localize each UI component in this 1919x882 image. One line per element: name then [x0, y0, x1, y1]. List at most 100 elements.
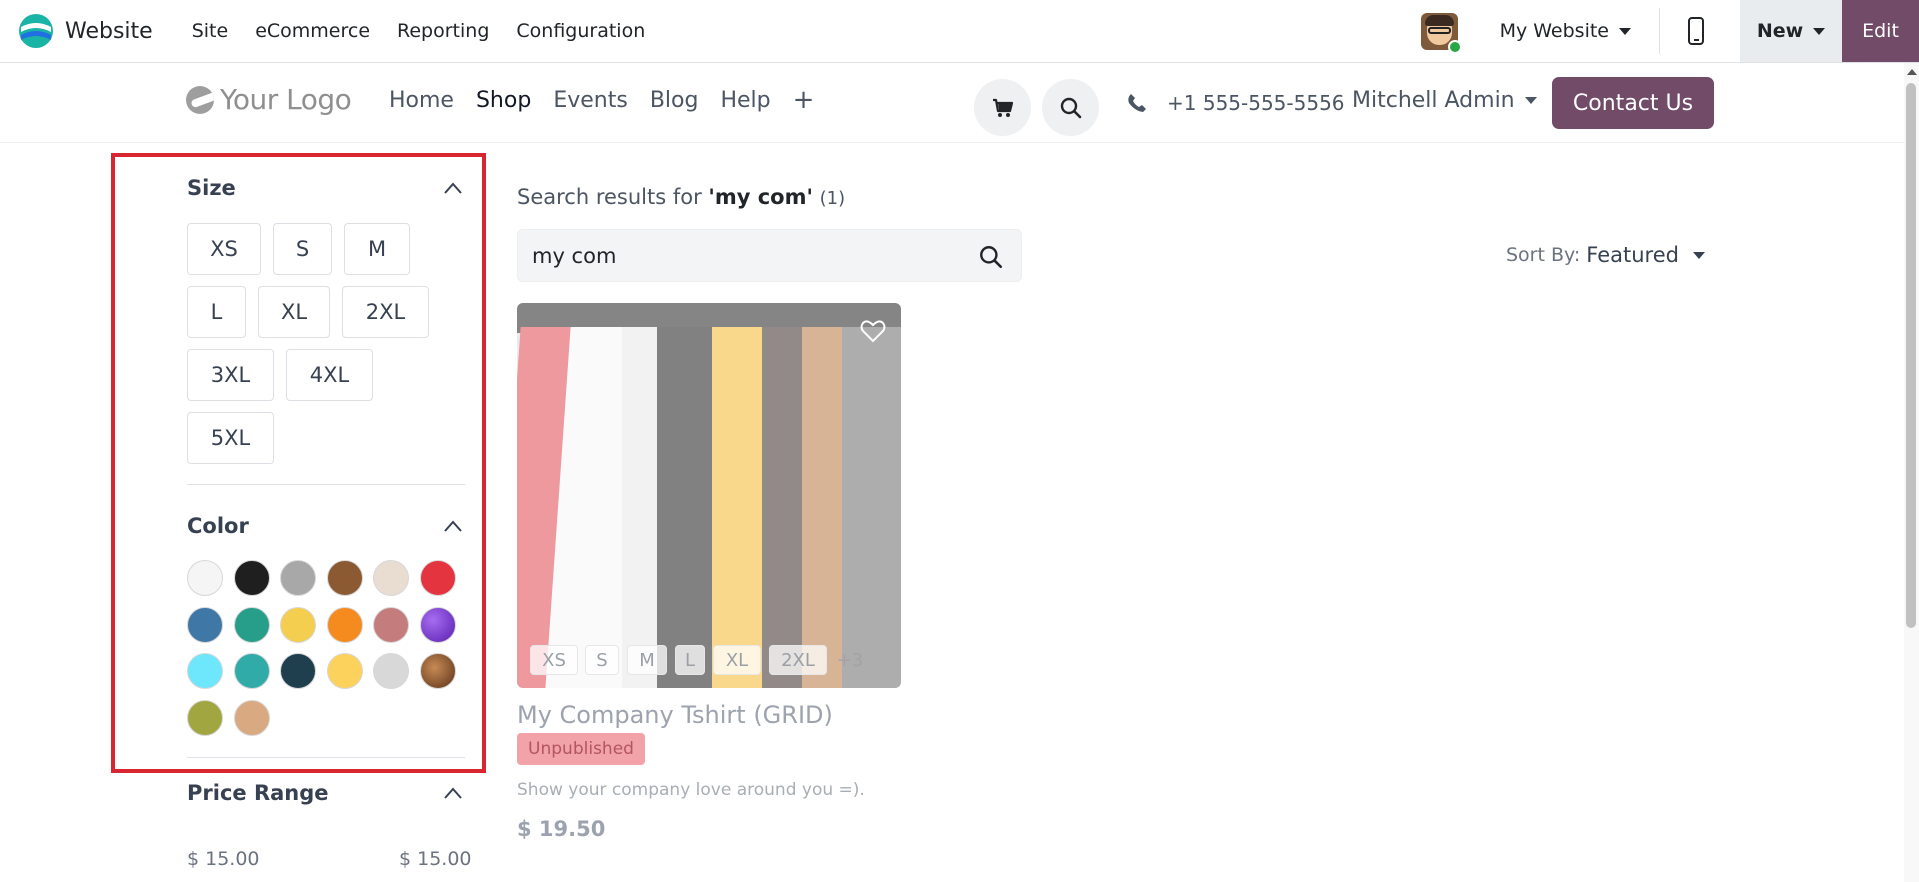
nav-help[interactable]: Help: [720, 88, 770, 113]
size-option-l[interactable]: L: [187, 286, 246, 338]
filter-divider: [187, 484, 465, 485]
caret-down-icon: [1692, 251, 1705, 259]
contact-us-button[interactable]: Contact Us: [1552, 77, 1714, 129]
color-swatch[interactable]: [187, 560, 223, 596]
edit-button-label: Edit: [1862, 20, 1899, 42]
nav-events[interactable]: Events: [553, 88, 628, 113]
color-swatch[interactable]: [233, 653, 270, 689]
phone-icon: [1128, 94, 1146, 112]
color-swatch[interactable]: [187, 699, 223, 736]
product-description: Show your company love around you =).: [517, 780, 865, 800]
sort-by-label: Sort By:: [1506, 244, 1581, 266]
color-swatch[interactable]: [373, 653, 409, 689]
avatar-glasses: [1427, 26, 1451, 34]
cart-button[interactable]: [974, 79, 1031, 136]
scroll-up-icon[interactable]: [1907, 69, 1917, 75]
chevron-up-icon[interactable]: [443, 786, 463, 800]
site-logo[interactable]: Your Logo: [186, 83, 352, 116]
app-name: Website: [65, 18, 153, 44]
menu-configuration[interactable]: Configuration: [516, 20, 645, 42]
size-option-5xl[interactable]: 5XL: [187, 412, 274, 464]
online-status-icon: [1447, 39, 1462, 54]
size-chip-2xl: 2XL: [769, 645, 827, 675]
results-prefix: Search results for: [517, 185, 709, 209]
color-swatch[interactable]: [280, 560, 316, 596]
cart-icon: [992, 98, 1013, 117]
search-icon[interactable]: [978, 244, 1004, 270]
size-option-4xl[interactable]: 4XL: [286, 349, 373, 401]
size-option-m[interactable]: M: [344, 223, 410, 275]
caret-down-icon: [1813, 27, 1826, 35]
size-option-3xl[interactable]: 3XL: [187, 349, 274, 401]
filter-divider: [187, 757, 465, 758]
size-option-s[interactable]: S: [273, 223, 332, 275]
avatar-hair: [1424, 14, 1454, 26]
color-swatch[interactable]: [280, 653, 316, 689]
contact-us-label: Contact Us: [1572, 90, 1694, 116]
sort-by-value: Featured: [1586, 243, 1679, 267]
size-chip-s: S: [585, 645, 619, 675]
color-swatch[interactable]: [187, 606, 223, 643]
app-brand[interactable]: Website: [18, 13, 153, 49]
website-selector-label: My Website: [1499, 20, 1609, 42]
color-swatch[interactable]: [373, 606, 409, 643]
color-swatch[interactable]: [233, 560, 270, 596]
new-button[interactable]: New: [1740, 0, 1842, 62]
website-app-icon: [19, 14, 53, 48]
nav-shop[interactable]: Shop: [476, 88, 531, 113]
header-search-button[interactable]: [1042, 79, 1099, 136]
color-swatch[interactable]: [326, 560, 363, 596]
user-menu[interactable]: Mitchell Admin: [1352, 88, 1537, 113]
wishlist-heart-icon[interactable]: [860, 319, 886, 343]
size-option-2xl[interactable]: 2XL: [342, 286, 429, 338]
menu-site[interactable]: Site: [192, 20, 228, 42]
edit-button[interactable]: Edit: [1842, 0, 1919, 62]
color-swatch[interactable]: [326, 606, 363, 643]
color-swatch[interactable]: [373, 560, 409, 596]
color-swatch[interactable]: [280, 606, 316, 643]
results-query: 'my com': [708, 185, 813, 209]
caret-down-icon: [1619, 27, 1631, 35]
size-option-xl[interactable]: XL: [258, 286, 330, 338]
size-chip-xl: XL: [713, 645, 761, 675]
product-image[interactable]: [517, 303, 901, 688]
scrollbar-thumb[interactable]: [1906, 83, 1916, 628]
logo-text: Your Logo: [220, 83, 352, 116]
product-name[interactable]: My Company Tshirt (GRID): [517, 701, 833, 729]
menu-reporting[interactable]: Reporting: [397, 20, 489, 42]
size-option-xs[interactable]: XS: [187, 223, 261, 275]
color-swatch[interactable]: [419, 606, 456, 643]
sort-by-dropdown[interactable]: Sort By: Featured: [1506, 243, 1705, 267]
color-swatch[interactable]: [233, 606, 270, 643]
chevron-up-icon[interactable]: [443, 519, 463, 533]
admin-top-bar: Website Site eCommerce Reporting Configu…: [0, 0, 1919, 63]
nav-home[interactable]: Home: [389, 88, 454, 113]
product-search-box: [517, 229, 1022, 282]
mobile-preview-icon[interactable]: [1688, 17, 1704, 45]
product-price: $ 19.50: [517, 817, 606, 841]
product-search-input[interactable]: [532, 242, 932, 270]
header-phone[interactable]: +1 555-555-5556: [1127, 91, 1345, 115]
caret-down-icon: [1524, 97, 1537, 104]
color-swatch[interactable]: [187, 653, 223, 689]
user-avatar[interactable]: [1420, 12, 1462, 54]
color-swatch[interactable]: [419, 560, 456, 596]
color-swatch[interactable]: [326, 653, 363, 689]
menu-ecommerce[interactable]: eCommerce: [255, 20, 370, 42]
nav-blog[interactable]: Blog: [650, 88, 699, 113]
search-icon: [1060, 97, 1081, 118]
site-nav: Home Shop Events Blog Help +: [389, 87, 836, 113]
size-filter-title[interactable]: Size: [187, 176, 236, 200]
plus-icon[interactable]: +: [793, 87, 815, 113]
price-range-filter-title[interactable]: Price Range: [187, 781, 329, 805]
page-scrollbar[interactable]: [1904, 63, 1919, 882]
chevron-up-icon[interactable]: [443, 181, 463, 195]
color-swatch[interactable]: [233, 699, 270, 736]
size-chip-xs: XS: [530, 645, 578, 675]
color-swatch[interactable]: [419, 653, 456, 689]
size-chip-m: M: [627, 645, 667, 675]
unpublished-badge: Unpublished: [517, 733, 645, 765]
website-selector[interactable]: My Website: [1500, 20, 1631, 42]
user-name: Mitchell Admin: [1352, 88, 1515, 113]
color-filter-title[interactable]: Color: [187, 514, 249, 538]
